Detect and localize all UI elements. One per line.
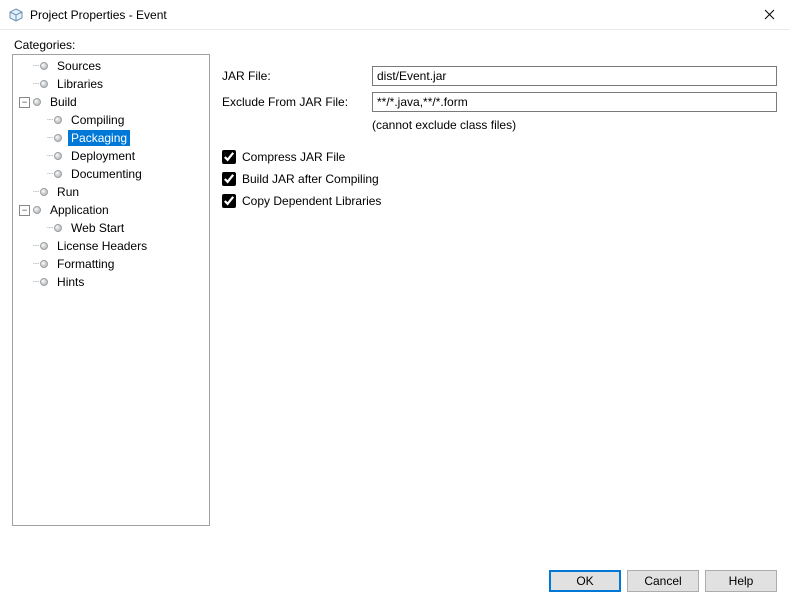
close-button[interactable] [749, 0, 789, 30]
categories-label: Categories: [14, 38, 777, 52]
packaging-panel: JAR File: Exclude From JAR File: (cannot… [222, 54, 777, 526]
node-icon [40, 278, 48, 286]
tree-item-documenting[interactable]: ┈ Documenting [13, 165, 209, 183]
tree-item-sources[interactable]: ┈ Sources [13, 57, 209, 75]
tree-item-hints[interactable]: ┈ Hints [13, 273, 209, 291]
jar-file-input[interactable] [372, 66, 777, 86]
node-icon [33, 98, 41, 106]
node-icon [54, 152, 62, 160]
tree-item-build[interactable]: − Build [13, 93, 209, 111]
exclude-input[interactable] [372, 92, 777, 112]
tree-item-application[interactable]: − Application [13, 201, 209, 219]
node-icon [54, 116, 62, 124]
jar-file-label: JAR File: [222, 69, 372, 83]
dialog-button-bar: OK Cancel Help [549, 570, 777, 592]
node-icon [54, 170, 62, 178]
copy-dependent-libs-checkbox[interactable] [222, 194, 236, 208]
node-icon [40, 80, 48, 88]
exclude-label: Exclude From JAR File: [222, 95, 372, 109]
node-icon [40, 62, 48, 70]
copy-dependent-libs-label[interactable]: Copy Dependent Libraries [242, 194, 381, 208]
tree-item-compiling[interactable]: ┈ Compiling [13, 111, 209, 129]
tree-item-libraries[interactable]: ┈ Libraries [13, 75, 209, 93]
expander-minus-icon[interactable]: − [19, 205, 30, 216]
node-icon [33, 206, 41, 214]
expander-minus-icon[interactable]: − [19, 97, 30, 108]
app-icon [8, 7, 24, 23]
tree-item-license-headers[interactable]: ┈ License Headers [13, 237, 209, 255]
close-icon [764, 9, 775, 20]
tree-item-packaging[interactable]: ┈ Packaging [13, 129, 209, 147]
build-after-compiling-label[interactable]: Build JAR after Compiling [242, 172, 379, 186]
tree-item-web-start[interactable]: ┈ Web Start [13, 219, 209, 237]
tree-item-deployment[interactable]: ┈ Deployment [13, 147, 209, 165]
tree-item-formatting[interactable]: ┈ Formatting [13, 255, 209, 273]
cancel-button[interactable]: Cancel [627, 570, 699, 592]
compress-jar-checkbox[interactable] [222, 150, 236, 164]
tree-item-run[interactable]: ┈ Run [13, 183, 209, 201]
help-button[interactable]: Help [705, 570, 777, 592]
exclude-hint: (cannot exclude class files) [372, 118, 516, 132]
node-icon [40, 188, 48, 196]
ok-button[interactable]: OK [549, 570, 621, 592]
node-icon [54, 224, 62, 232]
node-icon [40, 242, 48, 250]
titlebar: Project Properties - Event [0, 0, 789, 30]
compress-jar-label[interactable]: Compress JAR File [242, 150, 345, 164]
window-title: Project Properties - Event [30, 8, 749, 22]
node-icon [40, 260, 48, 268]
build-after-compiling-checkbox[interactable] [222, 172, 236, 186]
node-icon [54, 134, 62, 142]
categories-tree[interactable]: ┈ Sources ┈ Libraries − Build [12, 54, 210, 526]
